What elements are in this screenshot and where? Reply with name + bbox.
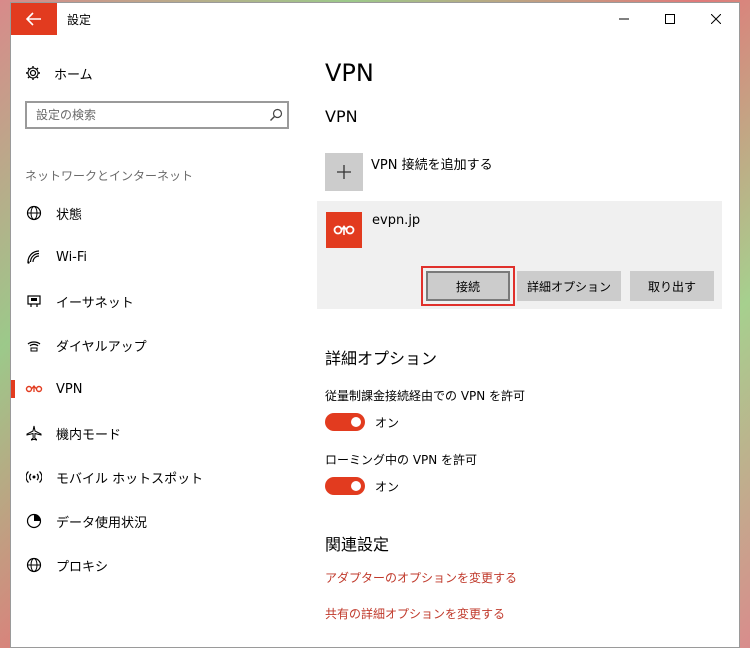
sidebar-home[interactable]: ホーム [25,63,93,83]
sharing-options-link[interactable]: 共有の詳細オプションを変更する [325,605,505,622]
sidebar-item-vpn[interactable]: VPN [11,374,303,404]
maximize-icon [665,14,675,24]
sidebar-item-label: ダイヤルアップ [56,339,147,355]
connect-button[interactable]: 接続 [421,266,515,306]
sidebar-item-label: Wi-Fi [56,249,88,265]
minimize-icon [619,18,629,20]
sidebar-item-airplane[interactable]: 機内モード [11,418,303,448]
window-controls [601,3,739,35]
data-usage-icon [25,512,43,530]
vpn-connection-name: evpn.jp [372,213,421,228]
maximize-button[interactable] [647,3,693,35]
sidebar-item-label: データ使用状況 [56,515,148,531]
selection-indicator [11,380,15,398]
scrollbar[interactable] [733,35,739,647]
proxy-globe-icon [25,556,43,574]
vpn-icon [25,380,43,398]
toggle-switch[interactable] [325,413,365,431]
sidebar-item-wifi[interactable]: Wi-Fi [11,242,303,272]
add-vpn-label: VPN 接続を追加する [371,157,493,173]
metered-toggle[interactable]: オン [325,413,399,431]
sidebar-item-hotspot[interactable]: モバイル ホットスポット [11,462,303,492]
related-settings-title: 関連設定 [325,535,390,554]
sidebar-item-label: プロキシ [56,559,109,575]
sidebar-item-label: モバイル ホットスポット [56,471,204,487]
main-content: VPN VPN VPN 接続を追加する evpn.jp 接続 詳細オプション 取… [303,35,739,647]
globe-status-icon [25,204,43,222]
close-icon [711,14,721,24]
toggle-state-label: オン [375,479,400,494]
add-vpn-button[interactable]: VPN 接続を追加する [325,153,493,191]
dialup-icon [25,336,43,354]
section-title-vpn: VPN [325,107,358,126]
page-title: VPN [325,59,374,87]
toggle-state-label: オン [375,415,400,430]
hotspot-icon [25,468,43,486]
ethernet-icon [25,292,43,310]
sidebar-home-label: ホーム [54,67,93,83]
search-input[interactable] [36,108,265,122]
sidebar-section-label: ネットワークとインターネット [25,169,194,183]
minimize-button[interactable] [601,3,647,35]
sidebar-item-label: 状態 [56,207,83,223]
sidebar-item-proxy[interactable]: プロキシ [11,550,303,580]
wifi-icon [25,248,43,266]
roaming-option-label: ローミング中の VPN を許可 [325,453,478,467]
toggle-knob [351,481,361,491]
sidebar-item-label: 機内モード [56,427,122,443]
adapter-options-link[interactable]: アダプターのオプションを変更する [325,569,517,586]
sidebar-item-status[interactable]: 状態 [11,198,303,228]
vpn-connection-icon [326,212,362,248]
gear-icon [26,66,40,80]
advanced-options-button[interactable]: 詳細オプション [517,271,621,301]
sidebar-item-label: イーサネット [56,295,134,311]
sidebar: ホーム ネットワークとインターネット 状態 Wi-Fi [11,35,303,647]
back-arrow-icon [26,12,41,26]
search-button[interactable] [265,108,287,122]
roaming-toggle[interactable]: オン [325,477,399,495]
sidebar-item-label: VPN [56,381,83,397]
airplane-icon [25,424,43,442]
plus-icon [325,153,363,191]
toggle-switch[interactable] [325,477,365,495]
advanced-options-title: 詳細オプション [325,349,438,368]
title-bar: 設定 [11,3,739,35]
vpn-connection-card[interactable]: evpn.jp 接続 詳細オプション 取り出す [317,201,722,309]
back-button[interactable] [11,3,57,35]
search-icon [270,108,283,121]
sidebar-item-data-usage[interactable]: データ使用状況 [11,506,303,536]
toggle-knob [351,417,361,427]
remove-button[interactable]: 取り出す [630,271,714,301]
search-box[interactable] [25,101,289,129]
close-button[interactable] [693,3,739,35]
settings-window: 設定 ホーム 設定の検索 ネットワークとインターネット 状態 Wi-Fi イーサ… [10,2,740,648]
metered-option-label: 従量制課金接続経由での VPN を許可 [325,389,526,403]
sidebar-item-dialup[interactable]: ダイヤルアップ [11,330,303,360]
window-title: 設定 [67,12,92,27]
sidebar-item-ethernet[interactable]: イーサネット [11,286,303,316]
